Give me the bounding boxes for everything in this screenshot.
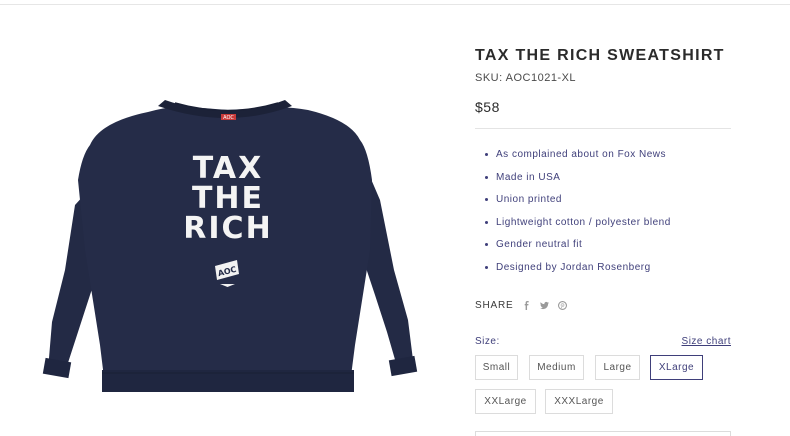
facebook-icon[interactable] (522, 300, 531, 310)
product-details: TAX THE RICH SWEATSHIRT SKU: AOC1021-XL … (475, 45, 735, 283)
size-label: Size: (475, 336, 500, 347)
size-option-xxlarge[interactable]: XXLarge (475, 389, 536, 414)
product-page: AOC TAX THE RICH AOC TAX THE RICH SWEATS… (0, 0, 790, 436)
product-image[interactable]: AOC TAX THE RICH AOC (30, 70, 430, 420)
size-option-small[interactable]: Small (475, 355, 518, 380)
feature-item: Union printed (485, 193, 735, 216)
size-option-xxxlarge[interactable]: XXXLarge (545, 389, 613, 414)
size-header: Size: Size chart (475, 336, 731, 350)
feature-item: Lightweight cotton / polyester blend (485, 216, 735, 239)
twitter-icon[interactable] (540, 301, 550, 310)
size-chart-link[interactable]: Size chart (682, 336, 731, 347)
sweatshirt-illustration: AOC TAX THE RICH AOC (42, 100, 418, 392)
feature-item: Gender neutral fit (485, 238, 735, 261)
product-price: $58 (475, 99, 500, 115)
feature-item: Designed by Jordan Rosenberg (485, 261, 735, 284)
product-sku: SKU: AOC1021-XL (475, 72, 577, 84)
neck-tag-badge: AOC (223, 115, 234, 121)
size-option-large[interactable]: Large (595, 355, 640, 380)
size-option-xlarge[interactable]: XLarge (650, 355, 703, 380)
feature-list: As complained about on Fox News Made in … (475, 148, 735, 283)
share-label: SHARE (475, 299, 514, 311)
feature-item: Made in USA (485, 171, 735, 194)
feature-item: As complained about on Fox News (485, 148, 735, 171)
quantity-box[interactable] (475, 431, 731, 436)
sweatshirt-body (78, 106, 372, 390)
share-row: SHARE (475, 298, 576, 312)
product-title: TAX THE RICH SWEATSHIRT (475, 47, 725, 64)
neck-tag: AOC (221, 114, 236, 121)
size-option-medium[interactable]: Medium (529, 355, 584, 380)
pinterest-icon[interactable] (558, 300, 568, 310)
right-cuff (388, 355, 418, 377)
details-divider (475, 128, 731, 129)
print-line-3: RICH (183, 211, 272, 246)
header-divider (0, 4, 790, 5)
